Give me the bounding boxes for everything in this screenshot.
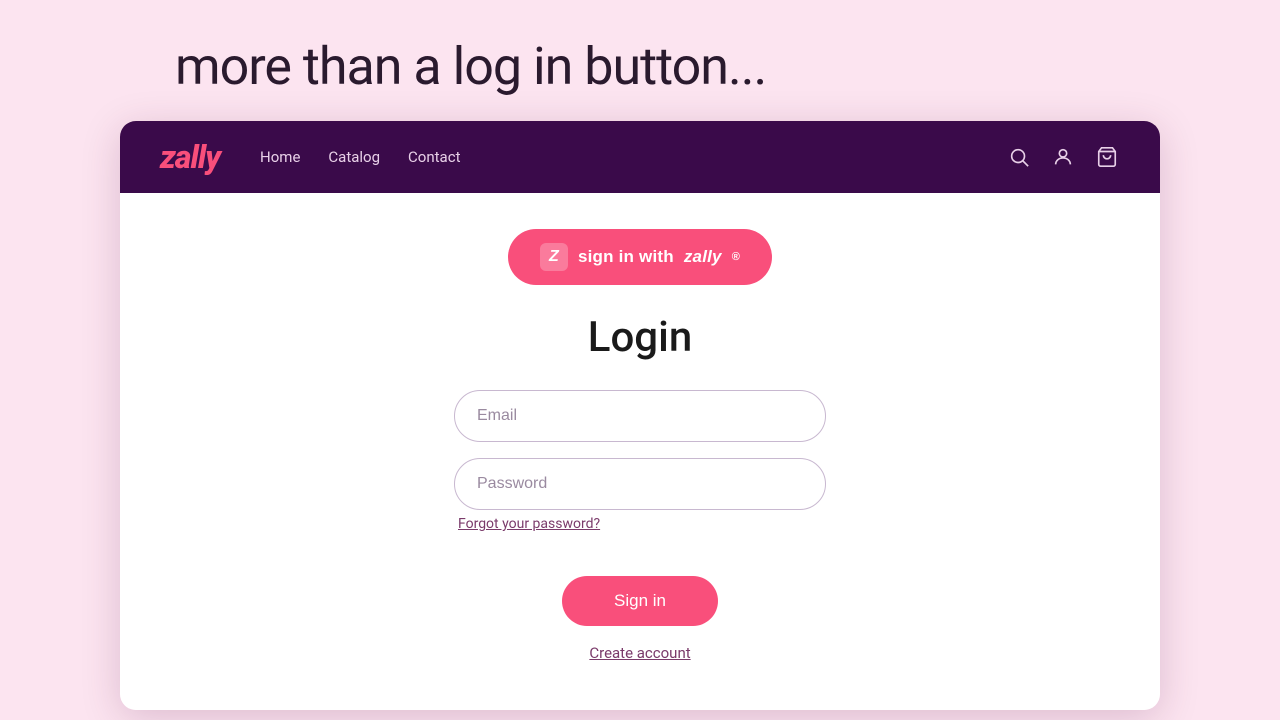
nav-link-home[interactable]: Home <box>260 148 300 166</box>
email-field-group <box>454 390 826 442</box>
zally-z-icon: Z <box>540 243 568 271</box>
browser-window: zally Home Catalog Contact <box>120 121 1160 710</box>
sign-in-button[interactable]: Sign in <box>562 576 718 626</box>
create-account-link[interactable]: Create account <box>589 644 690 662</box>
nav-links: Home Catalog Contact <box>260 148 460 166</box>
navbar-left: zally Home Catalog Contact <box>160 138 460 176</box>
email-input[interactable] <box>454 390 826 442</box>
sign-in-with-text: sign in with <box>578 247 674 267</box>
login-title: Login <box>588 313 692 362</box>
password-field-group: Forgot your password? <box>454 458 826 532</box>
nav-link-contact[interactable]: Contact <box>408 148 460 166</box>
password-input[interactable] <box>454 458 826 510</box>
page-tagline: more than a log in button... <box>0 0 1280 121</box>
navbar: zally Home Catalog Contact <box>120 121 1160 193</box>
main-content: Z sign in with zally ® Login Forgot your… <box>120 193 1160 710</box>
forgot-password-link[interactable]: Forgot your password? <box>458 516 826 532</box>
logo[interactable]: zally <box>160 138 220 176</box>
search-icon[interactable] <box>1006 144 1032 170</box>
sign-in-zally-button[interactable]: Z sign in with zally ® <box>508 229 772 285</box>
page-background: more than a log in button... zally Home … <box>0 0 1280 710</box>
cart-icon[interactable] <box>1094 144 1120 170</box>
nav-icons <box>1006 144 1120 170</box>
registered-mark: ® <box>732 251 740 263</box>
nav-link-catalog[interactable]: Catalog <box>328 148 380 166</box>
user-icon[interactable] <box>1050 144 1076 170</box>
sign-in-zally-brand: zally <box>684 247 722 267</box>
